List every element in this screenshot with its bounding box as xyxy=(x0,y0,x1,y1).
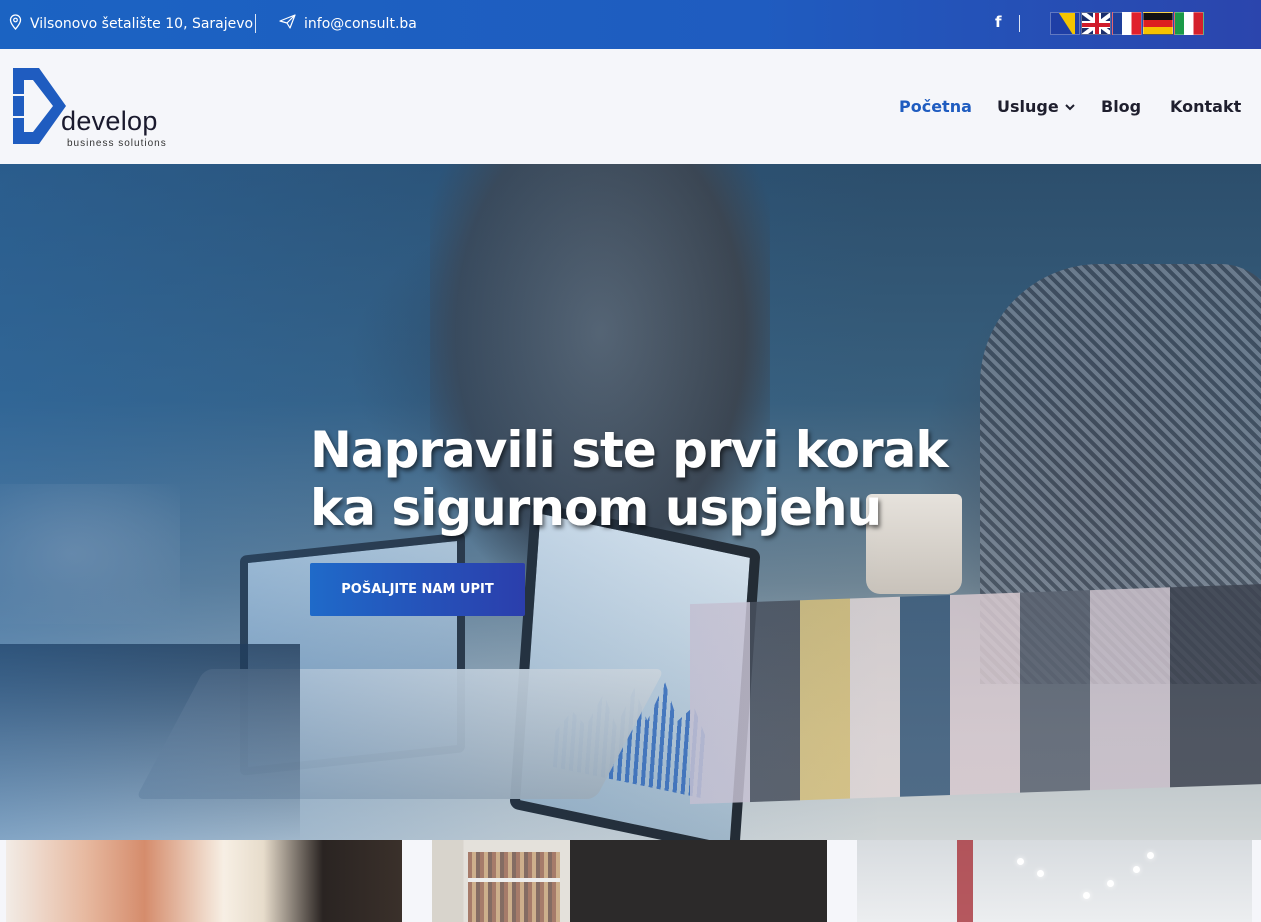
flag-germany-icon[interactable] xyxy=(1143,12,1173,35)
flag-france-icon[interactable] xyxy=(1112,12,1142,35)
logo[interactable]: develop business solutions xyxy=(11,66,191,151)
nav-contact[interactable]: Kontakt xyxy=(1170,97,1241,116)
email-link[interactable]: info@consult.ba xyxy=(279,14,417,33)
nav-services-label: Usluge xyxy=(997,97,1059,116)
facebook-icon[interactable]: f xyxy=(995,13,1002,31)
service-card-image[interactable] xyxy=(6,840,402,922)
address-text: Vilsonovo šetalište 10, Sarajevo xyxy=(30,16,254,32)
nav-blog[interactable]: Blog xyxy=(1101,97,1141,116)
top-bar: Vilsonovo šetalište 10, Sarajevo info@co… xyxy=(0,0,1261,49)
nav-services[interactable]: Usluge xyxy=(997,97,1075,116)
divider xyxy=(255,14,256,33)
nav-home[interactable]: Početna xyxy=(899,97,972,116)
service-card-image[interactable] xyxy=(432,840,827,922)
logo-tagline: business solutions xyxy=(67,138,167,149)
hero-title: Napravili ste prvi korak ka sigurnom usp… xyxy=(310,421,990,537)
hero-title-line: ka sigurnom uspjehu xyxy=(310,479,882,537)
flag-uk-icon[interactable] xyxy=(1081,12,1111,35)
address: Vilsonovo šetalište 10, Sarajevo xyxy=(9,14,253,34)
flag-bosnia-icon[interactable] xyxy=(1050,12,1080,35)
send-icon xyxy=(279,14,296,33)
language-switcher xyxy=(1050,12,1204,35)
site-header: develop business solutions Početna Uslug… xyxy=(0,49,1261,164)
service-card-image[interactable] xyxy=(857,840,1252,922)
email-text[interactable]: info@consult.ba xyxy=(304,16,417,32)
location-pin-icon xyxy=(9,14,22,34)
send-inquiry-button[interactable]: POŠALJITE NAM UPIT xyxy=(310,563,525,616)
flag-italy-icon[interactable] xyxy=(1174,12,1204,35)
divider xyxy=(1019,15,1020,32)
hero-title-line: Napravili ste prvi korak xyxy=(310,421,949,479)
hero-banner: Napravili ste prvi korak ka sigurnom usp… xyxy=(0,164,1261,840)
service-cards xyxy=(0,840,1261,922)
logo-wordmark: develop xyxy=(61,106,158,136)
chevron-down-icon xyxy=(1064,103,1075,110)
